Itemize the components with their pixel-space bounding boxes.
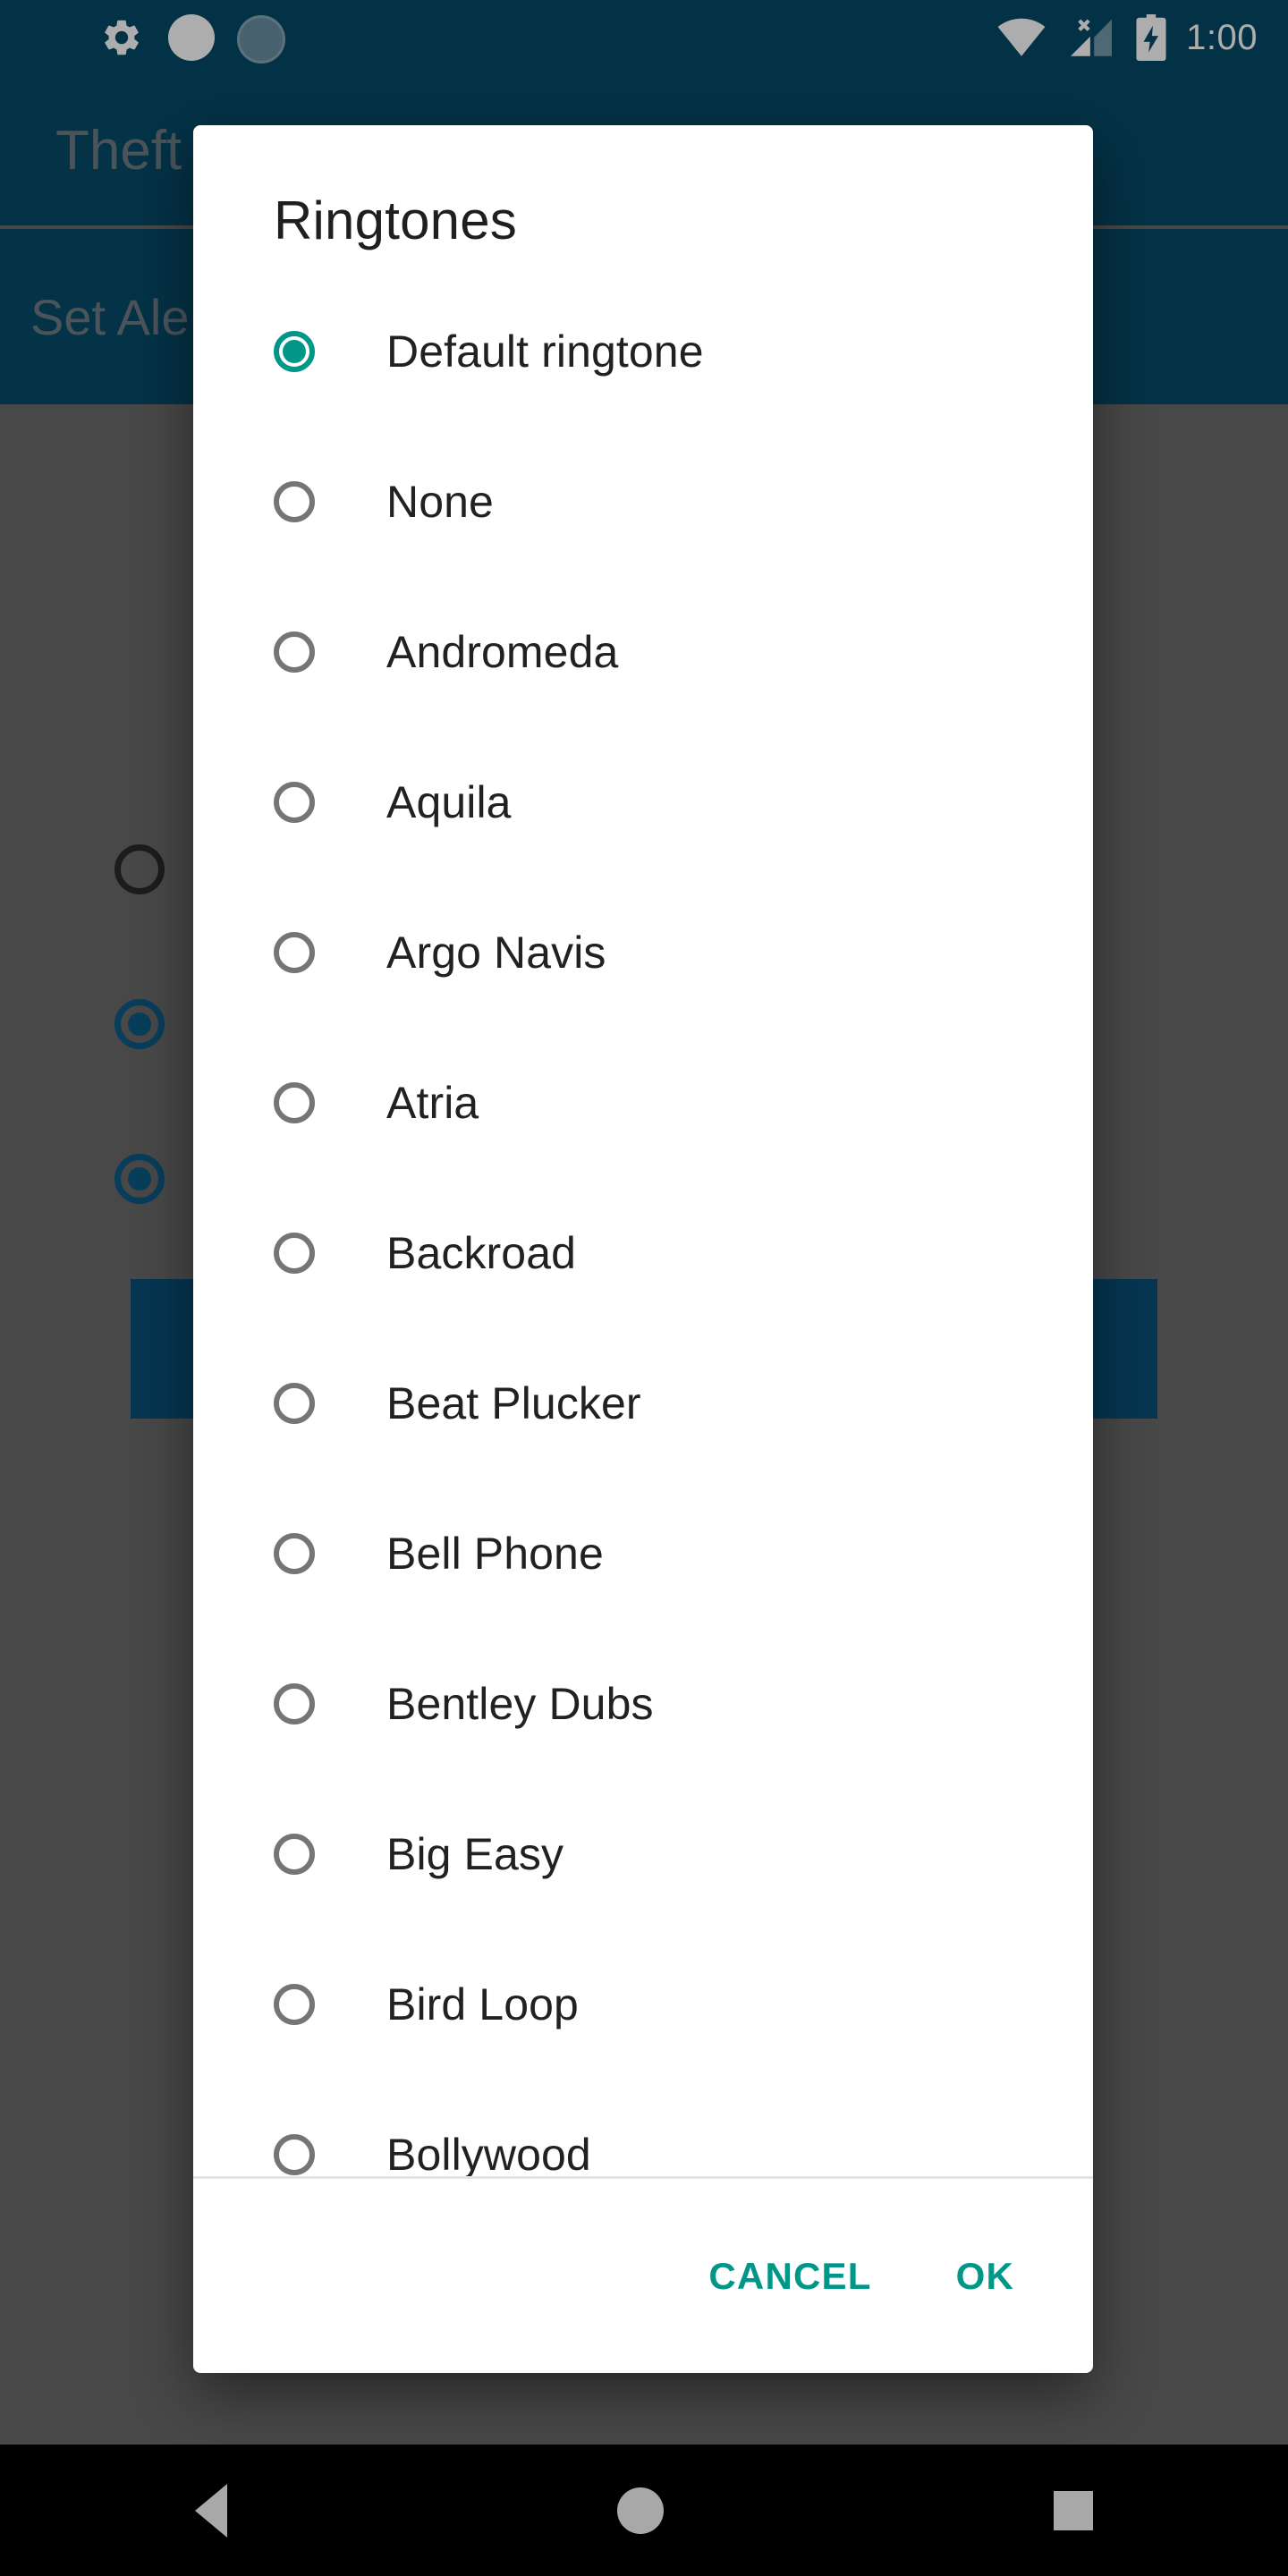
radio-unselected-icon[interactable] (274, 1533, 315, 1574)
ringtone-list-item[interactable]: Beat Plucker (193, 1328, 1093, 1479)
radio-unselected-icon[interactable] (274, 1233, 315, 1274)
ringtone-label: Argo Navis (386, 928, 606, 978)
ringtone-label: Bollywood (386, 2130, 591, 2176)
radio-unselected-icon[interactable] (274, 1834, 315, 1875)
ringtone-label: Andromeda (386, 627, 619, 677)
ringtone-label: None (386, 477, 494, 527)
ringtone-list-item[interactable]: Andromeda (193, 577, 1093, 727)
ringtone-label: Beat Plucker (386, 1378, 641, 1428)
back-icon[interactable] (195, 2483, 227, 2538)
gear-icon (105, 20, 139, 55)
ok-button[interactable]: OK (926, 2235, 1045, 2318)
ringtone-label: Backroad (386, 1228, 577, 1278)
radio-selected-icon[interactable] (274, 331, 315, 372)
ringtone-list-item[interactable]: Big Easy (193, 1779, 1093, 1929)
radio-unselected-icon[interactable] (274, 481, 315, 522)
background-radio-1 (114, 844, 165, 894)
radio-unselected-icon[interactable] (274, 631, 315, 673)
ringtone-list-item[interactable]: None (193, 427, 1093, 577)
cancel-button[interactable]: CANCEL (678, 2235, 902, 2318)
background-radio-2 (114, 999, 165, 1049)
ringtone-label: Default ringtone (386, 326, 704, 377)
cellular-no-sim-icon (1071, 19, 1113, 56)
radio-unselected-icon[interactable] (274, 2134, 315, 2175)
ringtone-list[interactable]: Default ringtone None Andromeda Aquila Argo … (193, 276, 1093, 2176)
ringtone-list-item[interactable]: Aquila (193, 727, 1093, 877)
ringtone-label: Bentley Dubs (386, 1679, 654, 1729)
ringtone-list-item[interactable]: Atria (193, 1028, 1093, 1178)
ringtone-picker-dialog: Ringtones Default ringtone None Andromeda A… (193, 125, 1093, 2373)
wifi-icon (997, 18, 1046, 56)
home-icon[interactable] (617, 2487, 664, 2534)
status-bar: 1:00 (0, 0, 1288, 75)
ringtone-list-item[interactable]: Bollywood (193, 2080, 1093, 2176)
ringtone-list-item[interactable]: Backroad (193, 1178, 1093, 1328)
ringtone-list-item[interactable]: Bird Loop (193, 1929, 1093, 2080)
dialog-action-bar: CANCEL OK (193, 2179, 1093, 2373)
device-screen: 1:00 Theft Set Ale Ringtones Default rin… (0, 0, 1288, 2576)
dialog-title: Ringtones (274, 191, 517, 250)
status-bar-right-icons: 1:00 (996, 0, 1258, 75)
app-bar-title: Theft (55, 119, 182, 182)
ringtone-list-item[interactable]: Bentley Dubs (193, 1629, 1093, 1779)
recents-icon[interactable] (1054, 2490, 1093, 2530)
ringtone-label: Atria (386, 1078, 479, 1128)
background-radio-3 (114, 1154, 165, 1204)
radio-unselected-icon[interactable] (274, 782, 315, 823)
status-bar-clock: 1:00 (1186, 17, 1258, 57)
radio-unselected-icon[interactable] (274, 1683, 315, 1724)
ringtone-label: Aquila (386, 777, 512, 827)
loading-spinner-icon (240, 18, 283, 61)
ringtone-list-item[interactable]: Default ringtone (193, 276, 1093, 427)
ringtone-list-item[interactable]: Argo Navis (193, 877, 1093, 1028)
radio-unselected-icon[interactable] (274, 1383, 315, 1424)
radio-unselected-icon[interactable] (274, 1082, 315, 1123)
sub-bar-title: Set Ale (30, 288, 190, 345)
white-circle-icon (168, 14, 215, 61)
navigation-bar (0, 2445, 1288, 2576)
ringtone-label: Bell Phone (386, 1529, 604, 1579)
radio-unselected-icon[interactable] (274, 1984, 315, 2025)
ringtone-list-item[interactable]: Bell Phone (193, 1479, 1093, 1629)
ringtone-label: Bird Loop (386, 1979, 579, 2029)
ringtone-label: Big Easy (386, 1829, 564, 1879)
battery-charging-icon (1136, 14, 1166, 61)
radio-unselected-icon[interactable] (274, 932, 315, 973)
